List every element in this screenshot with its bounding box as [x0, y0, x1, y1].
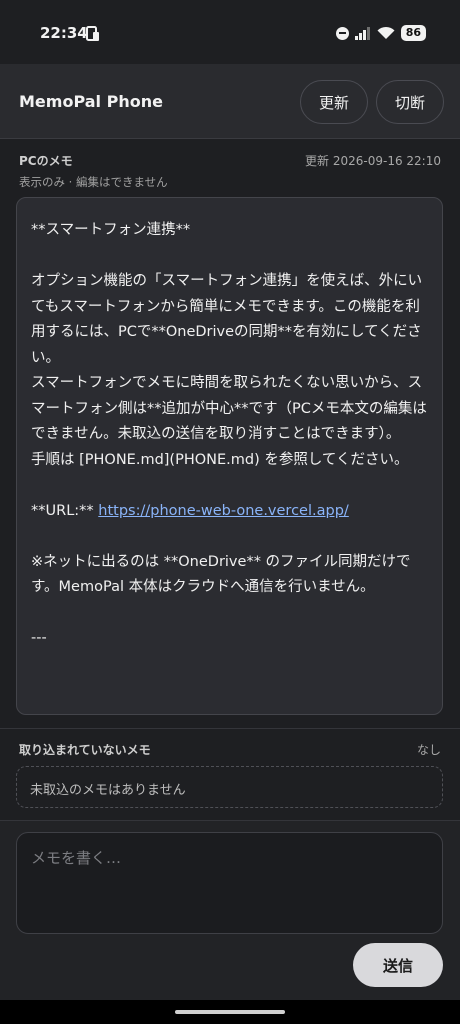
pc-memo-updated: 更新 2026-09-16 22:10 [305, 154, 441, 168]
unimported-memos-count: なし [416, 743, 441, 757]
do-not-disturb-icon [335, 26, 349, 40]
battery-icon: 86 [400, 25, 426, 41]
memo-url-link[interactable]: https://phone-web-one.vercel.app/ [98, 503, 349, 519]
memo-input[interactable] [16, 832, 443, 934]
unimported-memos-label: 取り込まれていないメモ [19, 743, 151, 757]
signal-icon [354, 26, 370, 40]
memo-body-text: **スマートフォン連携** オプション機能の「スマートフォン連携」を使えば、外に… [31, 222, 427, 519]
refresh-button[interactable]: 更新 [300, 80, 368, 124]
empty-state-text: 未取込のメモはありません [30, 783, 186, 798]
status-time: 22:34 [40, 24, 88, 42]
memo-body-footer: ※ネットに出るのは **OneDrive** のファイル同期だけです。MemoP… [31, 553, 411, 647]
pc-memo-readonly-note: 表示のみ · 編集はできません [19, 175, 168, 189]
pc-memo-content: **スマートフォン連携** オプション機能の「スマートフォン連携」を使えば、外に… [16, 197, 443, 715]
status-bar: 22:34 86 [0, 0, 460, 64]
status-icons: 86 [335, 24, 426, 42]
unimported-empty-state: 未取込のメモはありません [16, 766, 443, 808]
pc-memo-label: PCのメモ [19, 154, 73, 168]
phone-link-icon [86, 26, 99, 41]
app-header: MemoPal Phone 更新 切断 [0, 64, 460, 139]
disconnect-button[interactable]: 切断 [376, 80, 444, 124]
wifi-icon [377, 26, 395, 39]
system-nav-bar [0, 1000, 460, 1024]
section-divider [0, 728, 460, 729]
app-title: MemoPal Phone [19, 92, 163, 111]
send-button[interactable]: 送信 [353, 943, 443, 987]
home-gesture-handle[interactable] [175, 1010, 285, 1014]
